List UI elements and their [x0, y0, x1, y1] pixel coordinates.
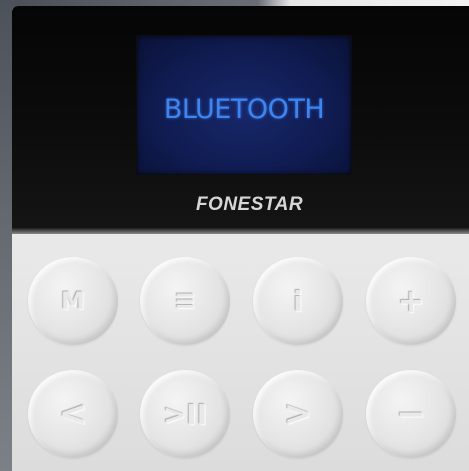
lcd-display: BLUETOOTH: [137, 36, 351, 174]
play-pause-icon: >II: [162, 397, 208, 431]
minus-icon: −: [395, 393, 427, 435]
previous-button[interactable]: <: [28, 370, 118, 458]
front-panel: BLUETOOTH FONESTAR: [12, 6, 469, 234]
info-icon: i: [293, 284, 303, 318]
next-button[interactable]: >: [253, 370, 343, 458]
background-left: [0, 0, 12, 471]
play-pause-button[interactable]: >II: [140, 370, 230, 458]
chevron-right-icon: >: [283, 394, 313, 434]
mode-button[interactable]: M: [28, 257, 118, 345]
chevron-left-icon: <: [58, 394, 88, 434]
radio-device: BLUETOOTH FONESTAR M ≡ i + < >II > −: [12, 6, 469, 471]
display-text: BLUETOOTH: [163, 94, 325, 125]
brand-logo: FONESTAR: [195, 194, 304, 215]
info-button[interactable]: i: [253, 257, 343, 345]
menu-button[interactable]: ≡: [140, 257, 230, 345]
plus-icon: +: [397, 282, 425, 320]
menu-icon: ≡: [174, 286, 196, 316]
volume-down-button[interactable]: −: [366, 370, 456, 458]
keypad: M ≡ i + < >II > −: [12, 234, 469, 471]
volume-up-button[interactable]: +: [366, 257, 456, 345]
mode-icon: M: [61, 287, 85, 315]
